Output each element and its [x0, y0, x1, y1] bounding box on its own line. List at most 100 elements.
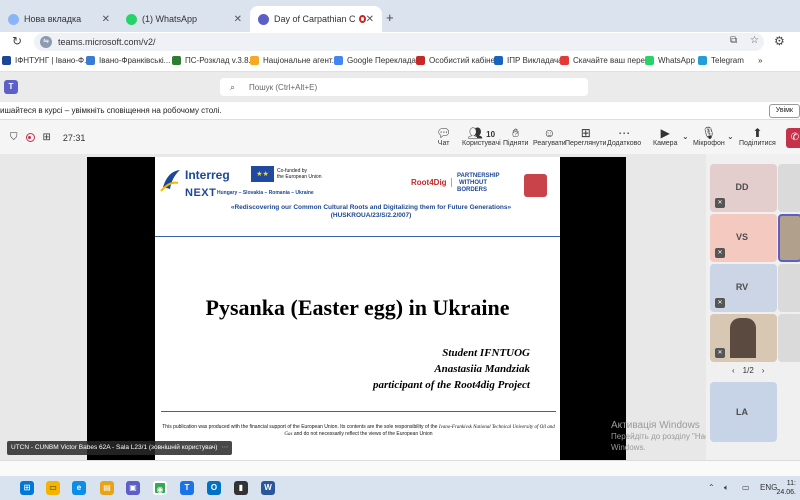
slide-title: Pysanka (Easter egg) in Ukraine [205, 295, 510, 320]
view-button[interactable]: ⊞ Переглянути [565, 126, 606, 147]
volume-icon[interactable]: 🔈︎ [724, 483, 729, 493]
gallery-pager: ‹ 1/2 › [732, 366, 765, 375]
mic-button[interactable]: 🎙︎ Мікрофон [693, 126, 725, 147]
chrome-icon[interactable]: ◉ [153, 481, 167, 495]
tab-label: (1) WhatsApp [142, 14, 198, 24]
clock[interactable]: 11: 24.06. [777, 479, 796, 497]
people-button[interactable]: 👥︎ 10 Користувачі [462, 126, 501, 147]
address-row: ↻ ⇋ teams.microsoft.com/v2/ ⧉ ☆ ⚙ [0, 32, 800, 52]
participant-gallery: DD ✕ VS ✕ RV ✕ ✕ LA [706, 154, 800, 460]
root4dig-logo: Root4Dig [411, 178, 452, 187]
meeting-toolbar: ⛉ ⊞ 27:31 💬︎ Чат 👥︎ 10 Користувачі ✋︎ Підня… [0, 120, 800, 154]
avatar: LA [727, 397, 757, 427]
bookmark-item[interactable]: Національне агент... [250, 56, 338, 65]
chat-icon: 💬︎ [436, 126, 452, 140]
shield-icon: ⛉ [10, 132, 18, 143]
windows-taskbar: ⊞ ▭ e ▤ ▣ ◉ T O ▮ W ⌃ 🔈︎ ▭ ENG 11: 24.06… [0, 476, 800, 500]
reload-icon[interactable]: ↻ [12, 34, 22, 48]
bookmark-item[interactable]: WhatsApp [645, 56, 695, 65]
bookmark-icon [334, 56, 343, 65]
tab-teams-meeting[interactable]: Day of Carpathian Culture ✕ [250, 6, 382, 32]
bookmark-icon [560, 56, 569, 65]
teams-taskbar-icon[interactable]: T [180, 481, 194, 495]
chevron-down-icon[interactable]: ⌄ [682, 132, 689, 141]
install-app-icon[interactable]: ⧉ [730, 35, 737, 46]
participant-video-tile[interactable]: ✕ [710, 314, 777, 362]
close-icon[interactable]: ✕ [102, 14, 110, 25]
hand-icon: ✋︎ [512, 126, 520, 140]
close-icon[interactable]: ✕ [234, 14, 242, 25]
react-button[interactable]: ☺ Реагувати [533, 126, 566, 147]
chevron-left-icon[interactable]: ‹ [732, 366, 735, 375]
bookmark-icon [416, 56, 425, 65]
participant-tile[interactable] [778, 314, 800, 362]
bookmark-item[interactable]: Івано-Франківські... [86, 56, 170, 65]
browser-tab-strip: Нова вкладка ✕ (1) WhatsApp ✕ Day of Car… [0, 0, 800, 32]
leave-button[interactable]: ✆ [786, 128, 800, 148]
chevron-down-icon[interactable]: ⌄ [727, 132, 734, 141]
bookmark-star-icon[interactable]: ☆ [750, 35, 759, 46]
tab-whatsapp[interactable]: (1) WhatsApp ✕ [118, 6, 250, 32]
bookmark-item[interactable]: Google Перекладач [334, 56, 420, 65]
partnership-logo-icon [524, 174, 547, 197]
recording-icon [25, 133, 35, 142]
camera-off-icon: ▶︎ [660, 126, 670, 140]
participant-tile[interactable]: DD ✕ [710, 164, 777, 212]
participant-tile[interactable]: VS ✕ [710, 214, 777, 262]
enable-notifications-button[interactable]: Увімк [768, 104, 800, 118]
more-bookmarks-icon[interactable]: » [758, 56, 762, 65]
bookmark-item[interactable]: Особистий кабінет [416, 56, 498, 65]
grid-view-icon: ⊞ [580, 126, 591, 140]
store-icon[interactable]: ▣ [126, 481, 140, 495]
more-icon: ⋯ [618, 126, 631, 140]
edge-icon[interactable]: e [72, 481, 86, 495]
bookmark-item[interactable]: Скачайте ваш пере... [560, 56, 652, 65]
raise-hand-button[interactable]: ✋︎ Підняти [503, 126, 528, 147]
chevron-up-icon[interactable]: ⌃ [708, 483, 715, 492]
file-explorer-icon[interactable]: ▭ [46, 481, 60, 495]
more-button[interactable]: ⋯ Додатково [607, 126, 641, 147]
avatar: DD [727, 172, 757, 202]
more-icon[interactable]: ⋯ [221, 441, 228, 455]
author-line-2: Anastasiia Mandziak [434, 363, 530, 375]
new-tab-button[interactable]: + [386, 10, 394, 25]
close-icon[interactable]: ✕ [366, 14, 374, 25]
search-input[interactable]: ⌕ Пошук (Ctrl+Alt+E) [220, 78, 588, 96]
participant-tile[interactable]: LA [710, 382, 777, 442]
bookmark-icon [86, 56, 95, 65]
bookmark-icon [250, 56, 259, 65]
battery-icon[interactable]: ▭ [742, 483, 750, 492]
people-icon: 👥︎ 10 [467, 126, 496, 140]
language-indicator[interactable]: ENG [760, 483, 777, 492]
participant-tile[interactable] [778, 164, 800, 212]
slide-subtitle: «Rediscovering our Common Cultural Roots… [230, 204, 512, 219]
bookmark-icon [2, 56, 11, 65]
recording-icon [358, 15, 366, 23]
bookmark-item[interactable]: Telegram [698, 56, 744, 65]
share-button[interactable]: ⬆︎ Поділитися [739, 126, 776, 147]
start-icon[interactable]: ⊞ [20, 481, 34, 495]
site-info-icon[interactable]: ⇋ [40, 36, 52, 48]
participant-video-tile[interactable] [778, 214, 800, 262]
emoji-icon: ☺ [543, 126, 556, 140]
address-bar[interactable]: ⇋ teams.microsoft.com/v2/ ⧉ ☆ [34, 33, 764, 51]
eu-cofunded: Co-funded by the European Union [277, 168, 322, 180]
bookmark-icon [172, 56, 181, 65]
bookmark-item[interactable]: ІПР Викладача [494, 56, 563, 65]
participant-tile[interactable]: RV ✕ [710, 264, 777, 312]
chevron-right-icon[interactable]: › [762, 366, 765, 375]
terminal-icon[interactable]: ▮ [234, 481, 248, 495]
outlook-icon[interactable]: O [207, 481, 221, 495]
tab-new-tab[interactable]: Нова вкладка ✕ [0, 6, 118, 32]
word-icon[interactable]: W [261, 481, 275, 495]
chat-button[interactable]: 💬︎ Чат [436, 126, 451, 147]
bookmark-item[interactable]: ІФНТУНГ | Івано-Ф... [2, 56, 91, 65]
bookmark-item[interactable]: ПС-Розклад v.3.8.2 [172, 56, 255, 65]
avatar: RV [727, 272, 757, 302]
extensions-icon[interactable]: ⚙ [774, 34, 785, 48]
teams-icon [258, 13, 269, 25]
participant-tile[interactable] [778, 264, 800, 312]
folder-icon[interactable]: ▤ [100, 481, 114, 495]
search-icon: ⌕ [230, 81, 236, 92]
camera-button[interactable]: ▶︎ Камера [653, 126, 677, 147]
